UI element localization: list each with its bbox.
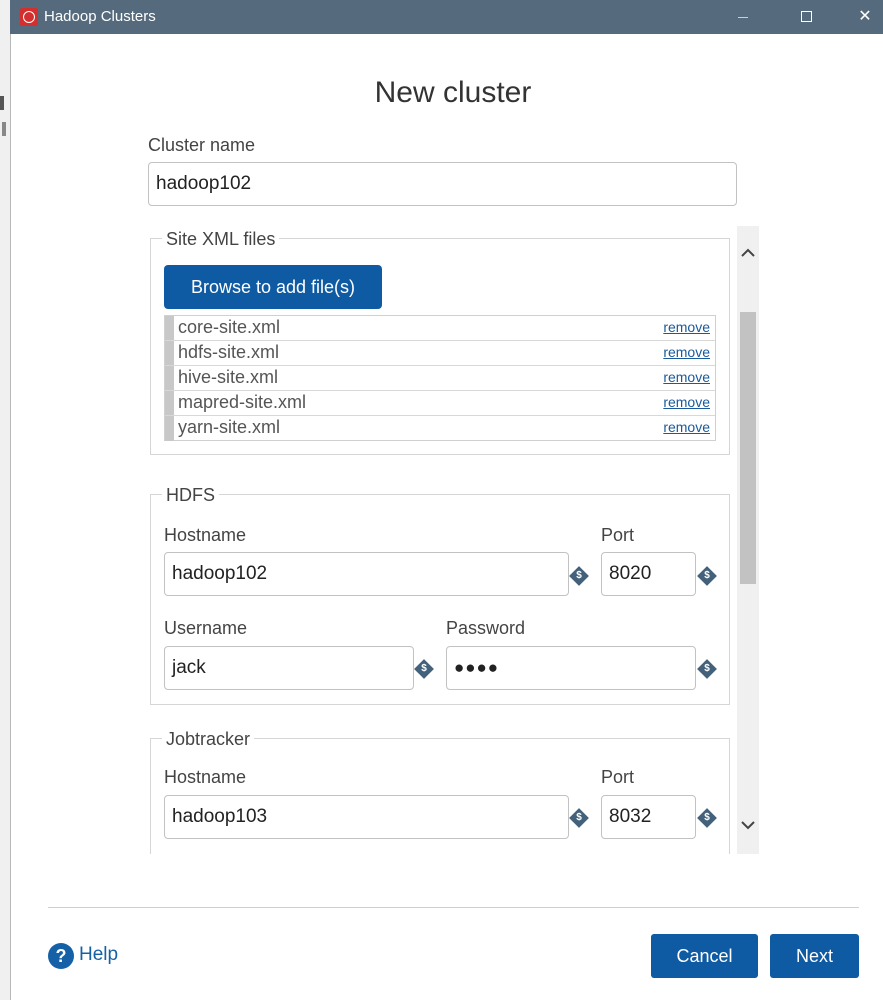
hdfs-username-input[interactable]: jack — [164, 646, 414, 690]
chevron-up-icon[interactable] — [739, 244, 757, 262]
hdfs-hostname-input[interactable]: hadoop102 — [164, 552, 569, 596]
maximize-button[interactable] — [784, 0, 830, 34]
minimize-button[interactable] — [720, 0, 766, 34]
jobtracker-port-input[interactable]: 8032 — [601, 795, 696, 839]
jobtracker-port-label: Port — [601, 767, 635, 787]
pentaho-app-icon — [20, 8, 38, 26]
minimize-icon — [738, 17, 748, 18]
list-item: yarn-site.xml remove — [165, 416, 715, 441]
remove-link[interactable]: remove — [663, 394, 710, 410]
hdfs-hostname-label: Hostname — [164, 525, 247, 545]
variable-icon[interactable]: $ — [697, 659, 717, 679]
file-list: core-site.xml remove hdfs-site.xml remov… — [164, 315, 716, 441]
list-item: core-site.xml remove — [165, 316, 715, 341]
hdfs-port-label: Port — [601, 525, 635, 545]
list-item: hive-site.xml remove — [165, 366, 715, 391]
hdfs-password-input[interactable]: ●●●● — [446, 646, 696, 690]
background-window-edge — [0, 0, 11, 1000]
title-bar[interactable]: Hadoop Clusters ✕ — [10, 0, 883, 34]
cluster-name-label: Cluster name — [148, 135, 256, 155]
help-icon[interactable]: ? — [48, 943, 74, 969]
remove-link[interactable]: remove — [663, 369, 710, 385]
scroll-thumb[interactable] — [740, 312, 756, 584]
hdfs-legend: HDFS — [162, 485, 219, 506]
file-name: yarn-site.xml — [178, 417, 281, 437]
file-name: mapred-site.xml — [178, 392, 307, 412]
hdfs-port-input[interactable]: 8020 — [601, 552, 696, 596]
jobtracker-hostname-label: Hostname — [164, 767, 247, 787]
page-title: New cluster — [374, 76, 532, 109]
jobtracker-legend: Jobtracker — [162, 729, 255, 750]
footer-divider — [48, 907, 859, 908]
variable-icon[interactable]: $ — [697, 566, 717, 586]
jobtracker-hostname-input[interactable]: hadoop103 — [164, 795, 569, 839]
scroll-clip — [140, 854, 760, 906]
scrollbar[interactable] — [737, 226, 759, 854]
remove-link[interactable]: remove — [663, 419, 710, 435]
variable-icon[interactable]: $ — [697, 808, 717, 828]
maximize-icon — [801, 11, 812, 22]
file-name: hdfs-site.xml — [178, 342, 280, 362]
browse-files-button[interactable]: Browse to add file(s) — [164, 265, 382, 309]
remove-link[interactable]: remove — [663, 344, 710, 360]
list-item: hdfs-site.xml remove — [165, 341, 715, 366]
close-icon: ✕ — [858, 8, 872, 25]
hdfs-password-label: Password — [446, 618, 526, 638]
help-link[interactable]: Help — [79, 944, 118, 966]
close-button[interactable]: ✕ — [842, 0, 883, 34]
site-xml-legend: Site XML files — [162, 229, 280, 250]
window-title: Hadoop Clusters — [44, 8, 156, 25]
hdfs-username-label: Username — [164, 618, 248, 638]
variable-icon[interactable]: $ — [569, 566, 589, 586]
list-item: mapred-site.xml remove — [165, 391, 715, 416]
cluster-name-input[interactable]: hadoop102 — [148, 162, 737, 206]
next-button[interactable]: Next — [770, 934, 859, 978]
file-name: core-site.xml — [178, 317, 281, 337]
chevron-down-icon[interactable] — [739, 816, 757, 834]
cancel-button[interactable]: Cancel — [651, 934, 758, 978]
file-name: hive-site.xml — [178, 367, 279, 387]
variable-icon[interactable]: $ — [414, 659, 434, 679]
variable-icon[interactable]: $ — [569, 808, 589, 828]
background-glyph — [2, 122, 6, 136]
remove-link[interactable]: remove — [663, 319, 710, 335]
